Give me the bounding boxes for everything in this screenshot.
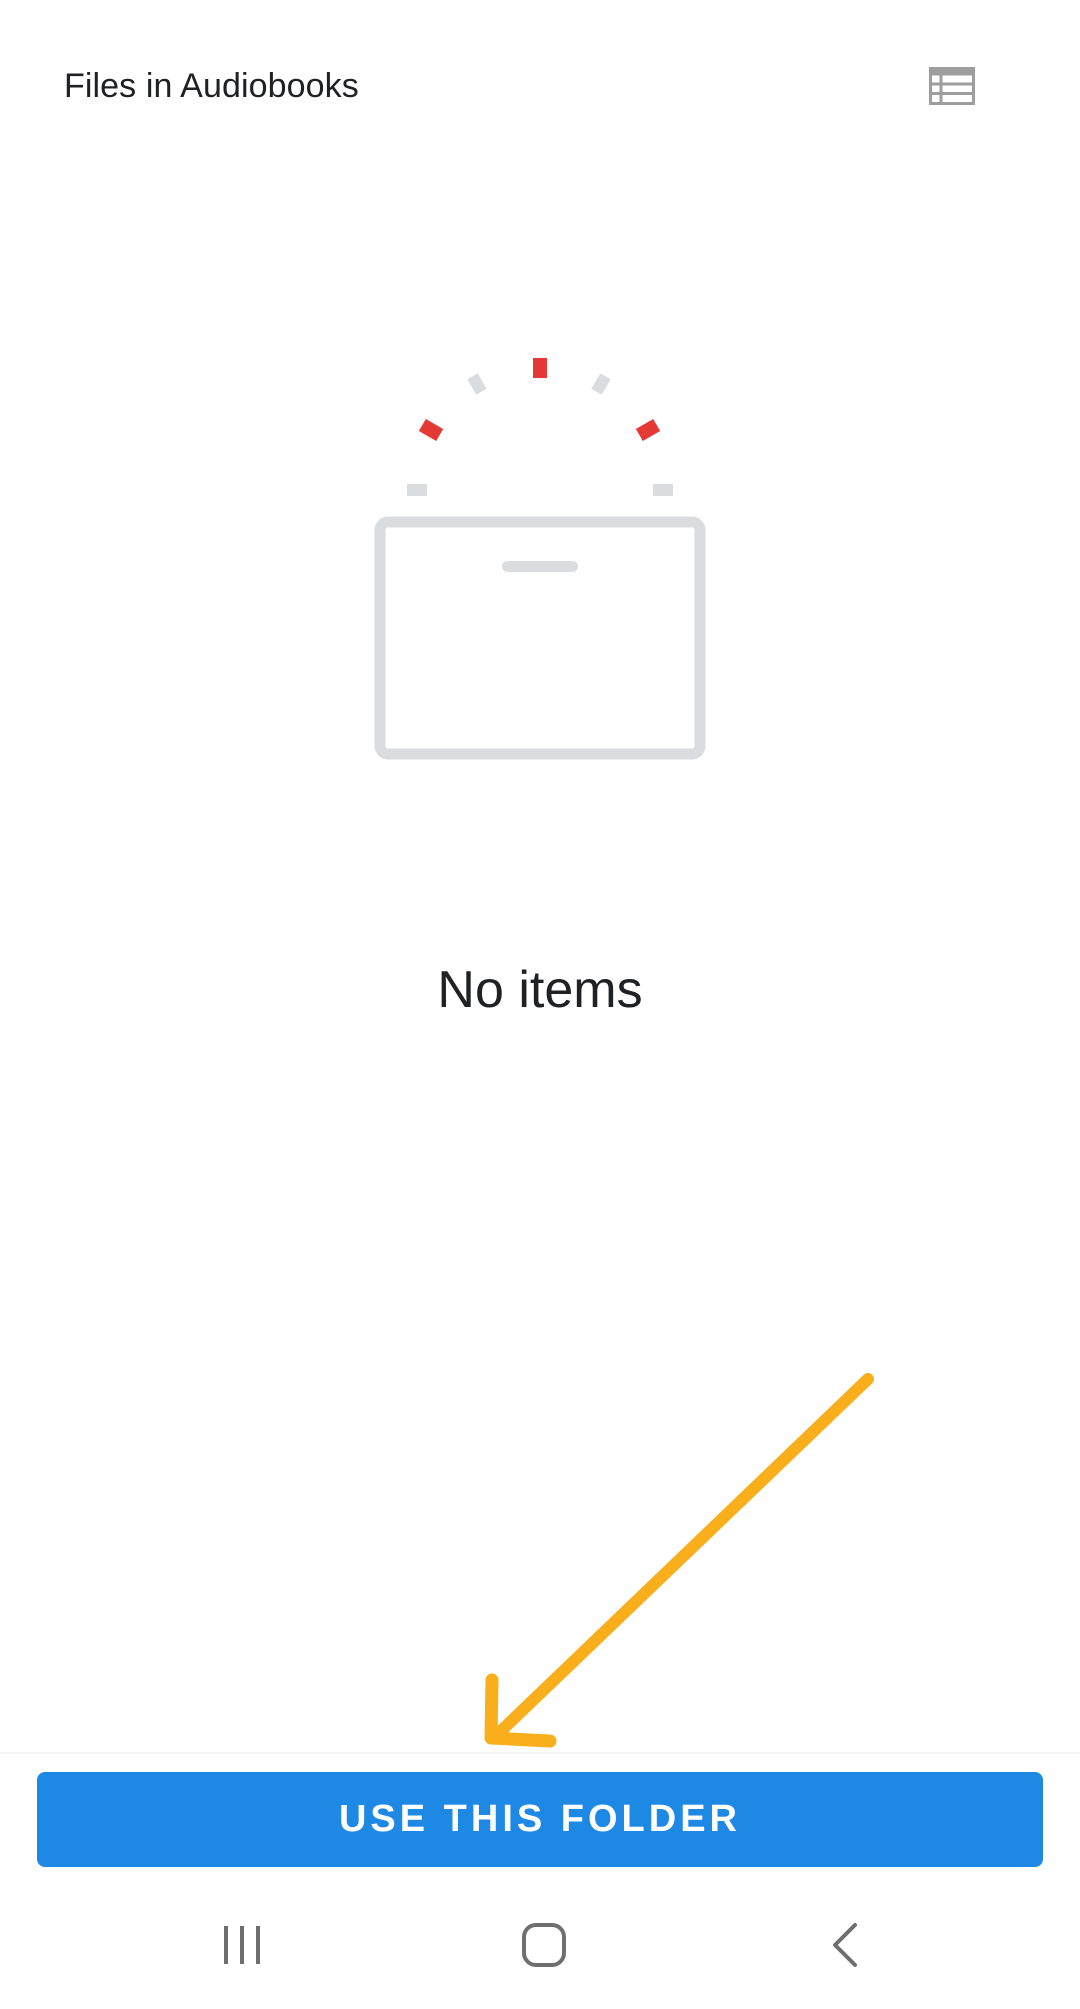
home-button[interactable] bbox=[499, 1910, 589, 1980]
sparkle-dash-mid-right bbox=[635, 418, 661, 442]
bottom-divider bbox=[0, 1752, 1080, 1754]
empty-state-message: No items bbox=[437, 961, 643, 1019]
arrow-shaft bbox=[496, 1373, 874, 1736]
sparkle-dash-mid-left bbox=[418, 418, 444, 442]
sparkle-dash-upper-left bbox=[467, 373, 487, 395]
sparkle-dash-upper-right bbox=[591, 373, 611, 395]
empty-folder-illustration bbox=[374, 358, 706, 760]
back-icon bbox=[833, 1923, 857, 1967]
sparkle-dash-low-left bbox=[407, 484, 427, 496]
system-navigation-bar bbox=[0, 1890, 1080, 2009]
arrow-head bbox=[484, 1673, 557, 1748]
box-handle bbox=[502, 561, 578, 572]
recents-icon bbox=[224, 1926, 260, 1964]
back-button[interactable] bbox=[800, 1910, 890, 1980]
recents-button[interactable] bbox=[197, 1910, 287, 1980]
use-this-folder-button[interactable]: USE THIS FOLDER bbox=[37, 1772, 1043, 1867]
sparkle-dash-top bbox=[533, 358, 547, 378]
empty-box bbox=[374, 516, 706, 760]
sparkle-dash-low-right bbox=[653, 484, 673, 496]
home-icon bbox=[522, 1923, 566, 1967]
